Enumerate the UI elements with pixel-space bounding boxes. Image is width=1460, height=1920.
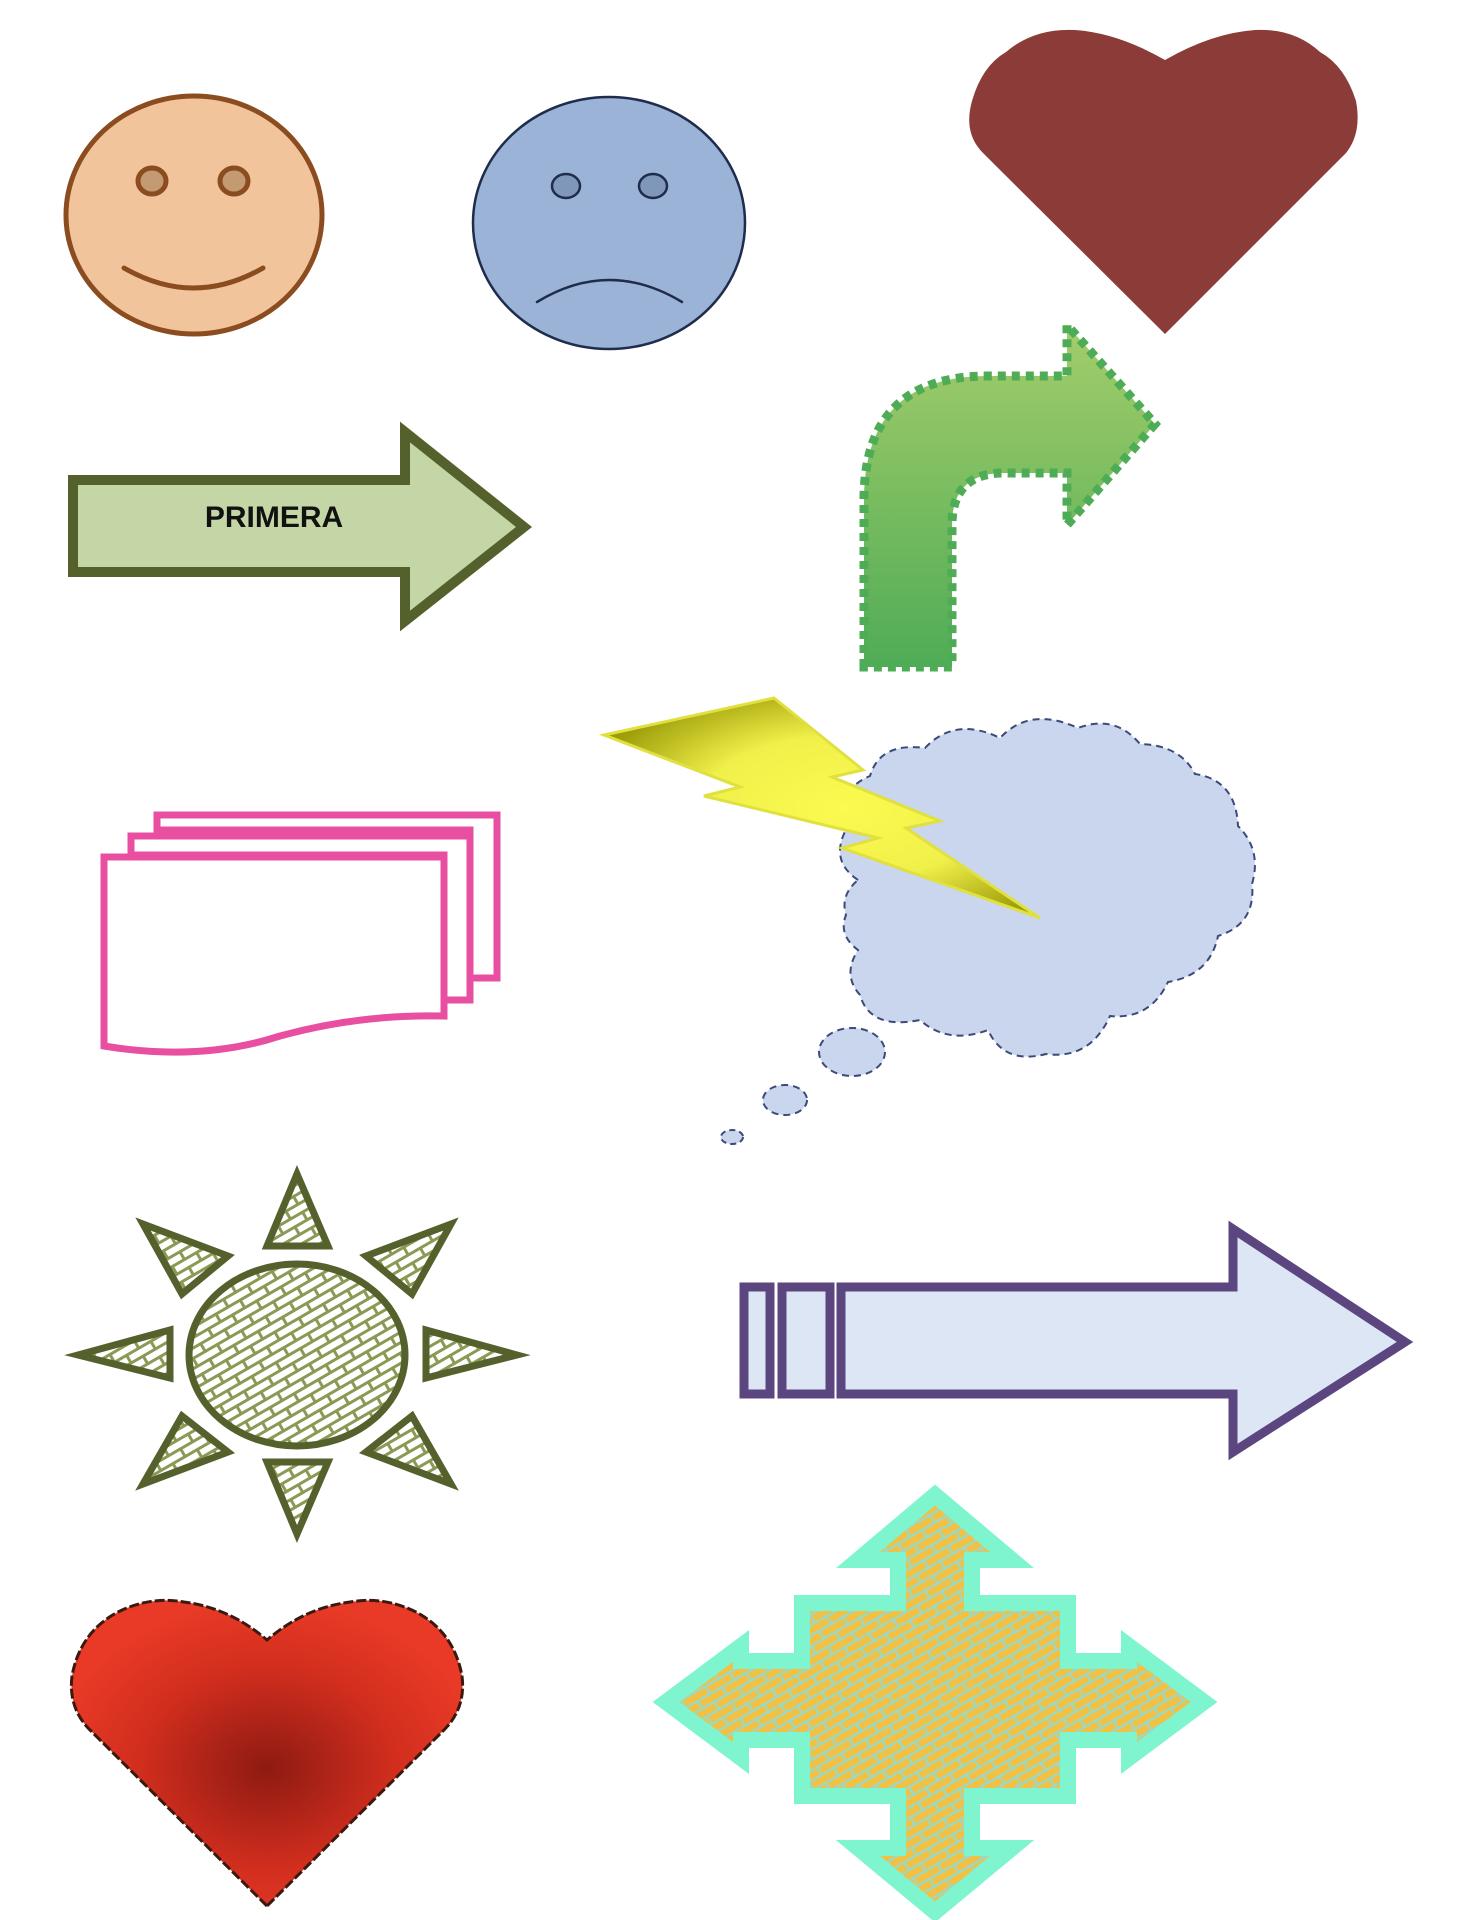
smiley-left-eye <box>135 165 169 197</box>
document-front <box>100 853 448 1056</box>
sun-ray-top-right <box>359 1217 459 1300</box>
sad-face[interactable] <box>471 95 747 351</box>
sun-ray-left <box>64 1325 174 1383</box>
sun-ray-top <box>261 1165 334 1250</box>
thought-bubble-small <box>720 1129 744 1145</box>
striped-arrow-right[interactable] <box>739 1220 1414 1461</box>
smiley-face[interactable] <box>63 93 325 337</box>
sun-ray-bottom-left <box>135 1410 236 1491</box>
block-arrow-right[interactable]: PRIMERA <box>68 421 533 632</box>
sun-ray-top-left <box>135 1217 235 1300</box>
sad-left-eye <box>550 172 582 200</box>
heart-red[interactable] <box>69 1598 465 1909</box>
sun[interactable] <box>64 1165 531 1543</box>
arrow-stripe-wide <box>777 1282 835 1399</box>
arrow-stripe-narrow <box>739 1282 775 1399</box>
heart-dark[interactable] <box>969 29 1358 334</box>
sun-center <box>185 1260 409 1450</box>
drawing-canvas: PRIMERA <box>63 29 1414 1920</box>
sun-ray-right <box>422 1325 531 1383</box>
block-arrow-label: PRIMERA <box>205 501 343 534</box>
sun-ray-bottom-right <box>358 1410 459 1491</box>
smiley-right-eye <box>217 165 251 197</box>
sun-ray-bottom <box>261 1458 334 1543</box>
multidocument[interactable] <box>100 811 501 1056</box>
quad-arrow[interactable] <box>652 1484 1218 1920</box>
thought-bubble-medium <box>762 1084 808 1116</box>
bent-arrow[interactable] <box>859 313 1161 672</box>
thought-bubble-large <box>818 1027 886 1077</box>
sad-right-eye <box>637 172 669 200</box>
